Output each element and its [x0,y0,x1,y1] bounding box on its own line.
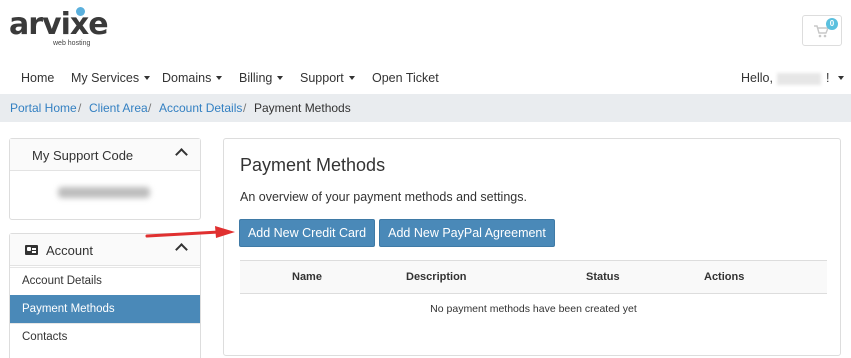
chevron-up-icon[interactable] [175,243,188,256]
breadcrumb-portal-home[interactable]: Portal Home [10,101,77,115]
hello-suffix: ! [825,71,830,85]
nav-open-ticket-label: Open Ticket [372,71,439,85]
hello-text: Hello, [741,71,773,85]
nav-open-ticket[interactable]: Open Ticket [372,71,439,85]
account-panel-title: Account [46,243,93,258]
table-header: Name Description Status Actions [240,260,827,294]
nav-user-menu[interactable]: Hello, ! [741,71,844,85]
nav-domains-label: Domains [162,71,212,85]
breadcrumb-account-details[interactable]: Account Details [159,101,242,115]
column-header-description[interactable]: Description [406,271,467,283]
caret-down-icon [144,75,151,80]
nav-my-services-label: My Services [71,71,140,85]
breadcrumb-separator: / [243,101,247,115]
support-code-panel: My Support Code [9,138,201,220]
column-header-status[interactable]: Status [586,271,620,283]
account-panel: Account Account Details Payment Methods … [9,233,201,358]
sidebar-item-account-details[interactable]: Account Details [10,267,200,295]
breadcrumb-payment-methods: Payment Methods [254,101,351,115]
caret-down-icon [216,75,223,80]
redacted-username [777,72,822,85]
payment-methods-card: Payment Methods An overview of your paym… [223,138,841,356]
chevron-up-icon[interactable] [175,148,188,161]
cart-count-badge: 0 [826,18,838,30]
table-empty-row: No payment methods have been created yet [240,294,827,326]
add-paypal-agreement-button[interactable]: Add New PayPal Agreement [379,219,555,247]
column-header-name[interactable]: Name [292,271,322,283]
nav-billing-label: Billing [239,71,273,85]
caret-down-icon [348,75,355,80]
site-header: arvixe web hosting 0 [0,0,851,60]
support-code-title: My Support Code [32,148,134,163]
breadcrumb-separator: / [148,101,152,115]
empty-message: No payment methods have been created yet [430,303,637,315]
nav-billing[interactable]: Billing [239,71,284,85]
sidebar-item-payment-methods[interactable]: Payment Methods [10,295,200,323]
caret-down-icon [837,75,844,80]
arvixe-logo[interactable]: arvixe web hosting [9,7,109,47]
column-header-actions[interactable]: Actions [704,271,744,283]
support-code-header[interactable]: My Support Code [10,139,200,171]
cart-button[interactable]: 0 [802,15,842,46]
nav-support[interactable]: Support [300,71,355,85]
add-credit-card-button[interactable]: Add New Credit Card [239,219,375,247]
main-nav: Home My Services Domains Billing Support… [0,62,851,94]
nav-home[interactable]: Home [21,71,54,85]
page-description: An overview of your payment methods and … [240,190,527,204]
logo-dot [76,7,85,16]
nav-home-label: Home [21,71,55,85]
nav-my-services[interactable]: My Services [71,71,151,85]
id-card-icon [25,245,38,255]
breadcrumb: Portal Home / Client Area / Account Deta… [0,94,851,122]
sidebar-item-contacts[interactable]: Contacts [10,323,200,351]
nav-domains[interactable]: Domains [162,71,223,85]
payment-methods-table: Name Description Status Actions No payme… [240,260,827,326]
logo-text: arvixe [9,7,109,42]
redacted-support-code [58,187,150,198]
nav-support-label: Support [300,71,344,85]
page-title: Payment Methods [240,155,386,175]
annotation-arrow-icon [145,226,235,238]
logo-tagline: web hosting [53,40,91,47]
caret-down-icon [277,75,284,80]
breadcrumb-separator: / [78,101,82,115]
breadcrumb-client-area[interactable]: Client Area [89,101,148,115]
